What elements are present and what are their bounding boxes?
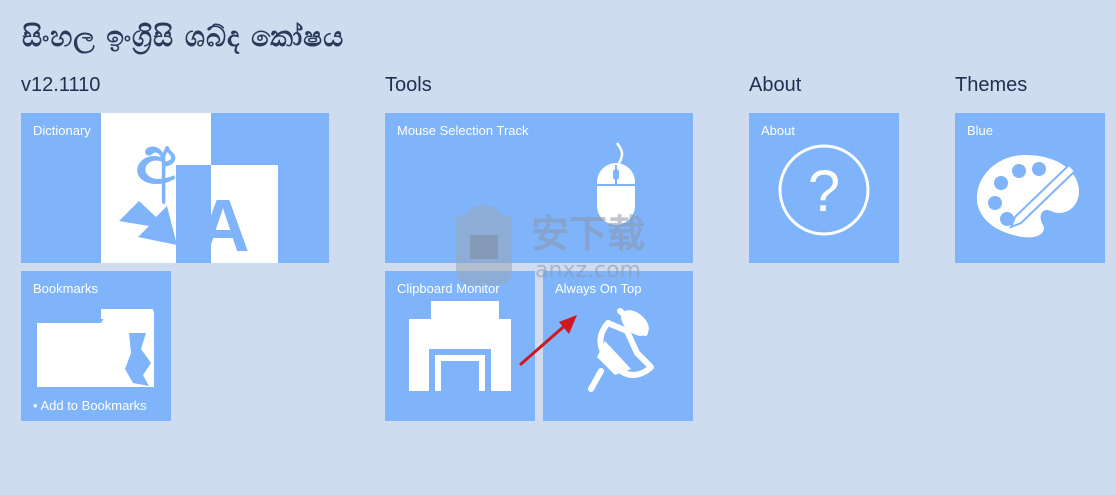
dictionary-tile[interactable]: අ A Dictionary (21, 113, 329, 263)
blue-theme-tile[interactable]: Blue (955, 113, 1105, 263)
about-tile[interactable]: ? About (749, 113, 899, 263)
add-to-bookmarks-link[interactable]: • Add to Bookmarks (33, 398, 147, 413)
bookmarks-tile-label: Bookmarks (33, 281, 99, 296)
about-tile-label: About (761, 123, 795, 138)
blue-theme-label: Blue (967, 123, 994, 138)
group-title-tools: Tools (385, 74, 432, 96)
dictionary-glyph-si: අ (136, 122, 177, 204)
mouse-selection-track-label: Mouse Selection Track (397, 123, 529, 138)
clipboard-monitor-label: Clipboard Monitor (397, 281, 500, 296)
bookmarks-tile[interactable]: Bookmarks • Add to Bookmarks (21, 271, 171, 421)
app-title: සිංහල ඉංග්‍රිසි ශබ්ද කෝෂය (22, 20, 345, 53)
clipboard-monitor-tile[interactable]: Clipboard Monitor (385, 271, 535, 421)
group-title-themes: Themes (955, 74, 1028, 96)
dictionary-tile-label: Dictionary (33, 123, 91, 138)
always-on-top-tile[interactable]: Always On Top (543, 271, 693, 421)
group-title-about: About (749, 74, 802, 96)
mouse-selection-track-tile[interactable]: Mouse Selection Track (385, 113, 693, 263)
always-on-top-label: Always On Top (555, 281, 642, 296)
version-label: v12.1110 (21, 74, 101, 96)
dictionary-glyph-en: A (196, 184, 249, 263)
question-glyph: ? (808, 159, 840, 224)
